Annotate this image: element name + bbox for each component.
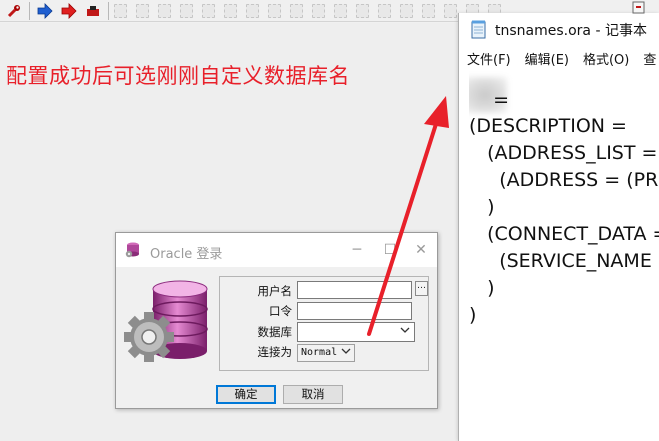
disabled-tool-icon[interactable] [158,3,171,18]
text-line: ) [469,304,477,326]
chevron-down-icon [339,345,351,361]
text-line: (ADDRESS = (PROT [499,169,659,191]
dialog-body: 用户名 … 口令 数据库 连接为 Normal 确定 取消 [116,267,437,410]
username-label: 用户名 [257,284,293,298]
connect-as-select[interactable]: Normal [297,344,355,362]
text-line: = [469,89,510,111]
oracle-login-dialog: Oracle 登录 ─ ☐ ✕ 用户名 … 口令 数据库 连接为 Normal … [115,232,438,409]
notepad-title: tnsnames.ora - 记事本 [495,23,647,39]
ellipsis-button[interactable]: … [415,281,428,296]
dialog-title-bar[interactable]: Oracle 登录 ─ ☐ ✕ [116,233,437,267]
disabled-tool-icon[interactable] [268,3,281,18]
toolbar-separator [29,1,30,20]
menu-view[interactable]: 查 [643,49,656,71]
disabled-tool-icon[interactable] [114,3,127,18]
password-label: 口令 [269,304,292,318]
text-line: (DESCRIPTION = [469,115,627,137]
window-corner-icon [628,0,650,14]
ok-button[interactable]: 确定 [216,385,276,404]
annotation-text: 配置成功后可选刚刚自定义数据库名 [6,64,350,88]
disabled-tool-icon[interactable] [290,3,303,18]
password-input[interactable] [297,302,412,320]
cancel-button[interactable]: 取消 [283,385,343,404]
disabled-tool-icon[interactable] [356,3,369,18]
disabled-tool-icon[interactable] [400,3,413,18]
disabled-tool-icon[interactable] [378,3,391,18]
maximize-button[interactable]: ☐ [375,239,405,261]
disabled-tool-icon[interactable] [334,3,347,18]
arrow-right-blue-icon[interactable] [35,1,55,21]
wrench-run-icon[interactable] [4,1,24,21]
text-line: (CONNECT_DATA = [469,223,659,245]
disabled-tool-icon[interactable] [180,3,193,18]
disabled-tool-icon[interactable] [422,3,435,18]
notepad-icon [471,20,487,39]
close-button[interactable]: ✕ [406,239,436,261]
notepad-window: tnsnames.ora - 记事本 文件(F) 编辑(E) 格式(O) 查 =… [458,13,659,441]
username-input[interactable] [297,281,412,299]
disabled-tool-icon[interactable] [246,3,259,18]
minimize-button[interactable]: ─ [342,239,372,261]
login-field-group: 用户名 … 口令 数据库 连接为 Normal [219,276,429,371]
connect-as-label: 连接为 [257,345,293,359]
menu-edit[interactable]: 编辑(E) [525,49,569,71]
database-combobox[interactable] [297,322,415,342]
text-line: ) [469,277,495,299]
arrow-right-red-icon[interactable] [59,1,79,21]
chevron-down-icon [400,325,410,338]
database-label: 数据库 [257,325,293,339]
connect-as-value: Normal [301,347,338,358]
stop-icon[interactable] [83,1,103,21]
disabled-tool-icon[interactable] [202,3,215,18]
notepad-menu-bar: 文件(F) 编辑(E) 格式(O) 查 [459,49,659,71]
menu-file[interactable]: 文件(F) [467,49,511,71]
toolbar-separator [108,1,109,20]
notepad-text-area[interactable]: = (DESCRIPTION = (ADDRESS_LIST = (ADDRES… [469,71,659,441]
disabled-tool-icon[interactable] [312,3,325,18]
menu-format[interactable]: 格式(O) [583,49,629,71]
disabled-tool-icon[interactable] [444,3,457,18]
database-gear-icon [123,277,217,369]
text-line: (SERVICE_NAME = [469,250,659,272]
disabled-tool-icon[interactable] [136,3,149,18]
disabled-tool-icon[interactable] [224,3,237,18]
text-line: ) [469,196,495,218]
dialog-title: Oracle 登录 [150,247,223,262]
oracle-app-icon [124,241,142,259]
text-line: (ADDRESS_LIST = [469,142,658,164]
notepad-title-bar[interactable]: tnsnames.ora - 记事本 [459,13,659,45]
